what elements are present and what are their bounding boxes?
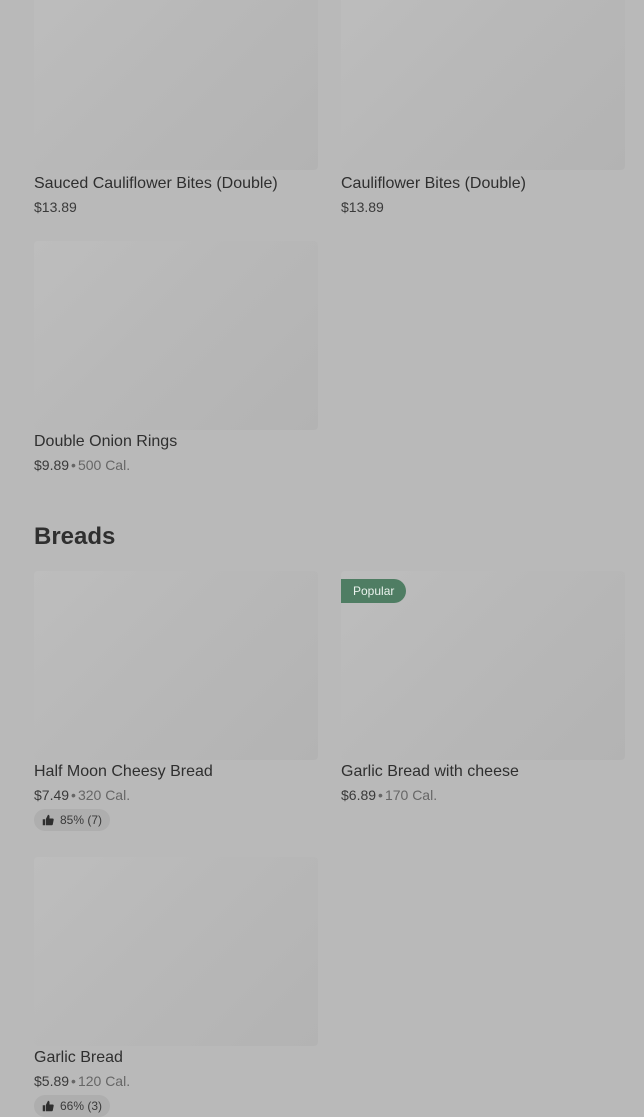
item-price-calories: $5.89 • 120 Cal.	[34, 1072, 130, 1090]
item-name: Half Moon Cheesy Bread	[34, 763, 213, 780]
item-image	[34, 0, 318, 170]
menu-item-sauced-cauliflower[interactable]: Sauced Cauliflower Bites (Double) $13.89	[34, 0, 318, 220]
item-price-calories: $9.89 • 500 Cal.	[34, 456, 130, 474]
item-price: $9.89	[34, 457, 70, 473]
rating-badge: 85% (7)	[34, 809, 111, 831]
item-image	[34, 857, 318, 1046]
item-image	[34, 571, 318, 760]
item-image	[341, 0, 625, 170]
menu-item-onion-rings[interactable]: Double Onion Rings $9.89 • 500 Cal.	[34, 241, 318, 481]
menu-item-garlic-bread[interactable]: Garlic Bread $5.89 • 120 Cal. 66% (3)	[34, 857, 318, 1117]
popular-badge: Popular	[341, 579, 407, 603]
thumbs-up-icon	[42, 1100, 54, 1112]
item-calories: 120 Cal.	[77, 1073, 131, 1089]
item-price: $6.89	[341, 787, 377, 803]
rating-badge: 66% (3)	[34, 1095, 111, 1117]
item-price: $5.89	[34, 1073, 70, 1089]
item-name: Double Onion Rings	[34, 433, 178, 450]
item-name: Garlic Bread	[34, 1049, 123, 1066]
separator-dot: •	[378, 787, 383, 803]
item-price: $13.89	[341, 199, 384, 215]
section-title-breads: Breads	[34, 523, 116, 550]
item-image	[34, 241, 318, 430]
item-name: Cauliflower Bites (Double)	[341, 175, 526, 192]
separator-dot: •	[71, 457, 76, 473]
rating-text: 85% (7)	[60, 813, 103, 827]
rating-text: 66% (3)	[60, 1099, 103, 1113]
item-name: Garlic Bread with cheese	[341, 763, 519, 780]
item-calories: 320 Cal.	[77, 787, 131, 803]
item-price: $13.89	[34, 199, 77, 215]
item-calories: 500 Cal.	[77, 457, 131, 473]
item-price-calories: $7.49 • 320 Cal.	[34, 786, 130, 804]
item-name: Sauced Cauliflower Bites (Double)	[34, 175, 278, 192]
menu-item-cauliflower[interactable]: Cauliflower Bites (Double) $13.89	[341, 0, 625, 220]
item-price: $7.49	[34, 787, 70, 803]
separator-dot: •	[71, 787, 76, 803]
thumbs-up-icon	[42, 814, 54, 826]
item-price-calories: $6.89 • 170 Cal.	[341, 786, 437, 804]
item-calories: 170 Cal.	[384, 787, 438, 803]
menu-item-half-moon-cheesy-bread[interactable]: Half Moon Cheesy Bread $7.49 • 320 Cal. 85…	[34, 571, 318, 841]
separator-dot: •	[71, 1073, 76, 1089]
menu-item-garlic-bread-with-cheese[interactable]: Popular Garlic Bread with cheese $6.89 • 1…	[341, 571, 625, 811]
